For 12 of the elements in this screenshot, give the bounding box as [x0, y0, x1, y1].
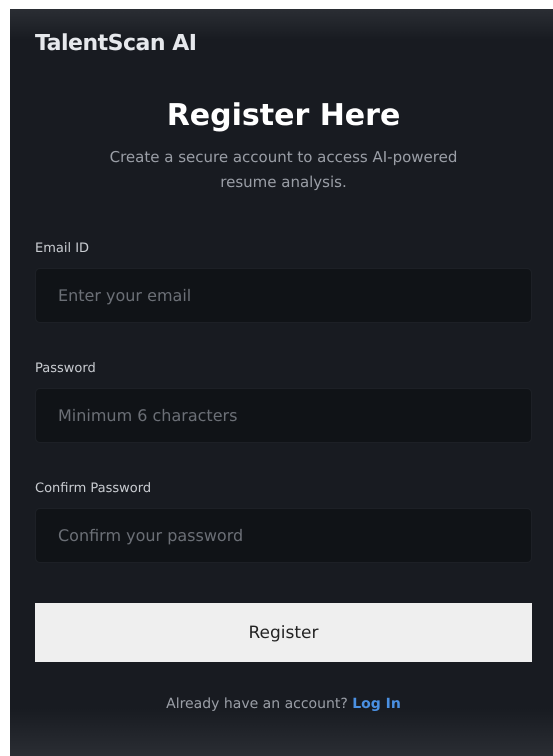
input-field[interactable]: Confirm your password: [35, 508, 532, 563]
subtitle: Create a secure account to access AI-powered resume analysis.: [108, 147, 458, 193]
page-heading: Register Here: [166, 98, 402, 133]
register-button[interactable]: Register: [35, 603, 532, 662]
input-field[interactable]: Minimum 6 characters: [35, 388, 532, 443]
field-label: Password: [35, 361, 97, 376]
footer-text: Already have an account?: [166, 696, 349, 712]
field-label: Confirm Password: [35, 481, 152, 496]
input-field[interactable]: Enter your email: [35, 268, 532, 323]
brand-title: TalentScan AI: [35, 31, 198, 56]
field-label: Email ID: [35, 241, 90, 256]
login-link[interactable]: Log In: [352, 696, 401, 712]
